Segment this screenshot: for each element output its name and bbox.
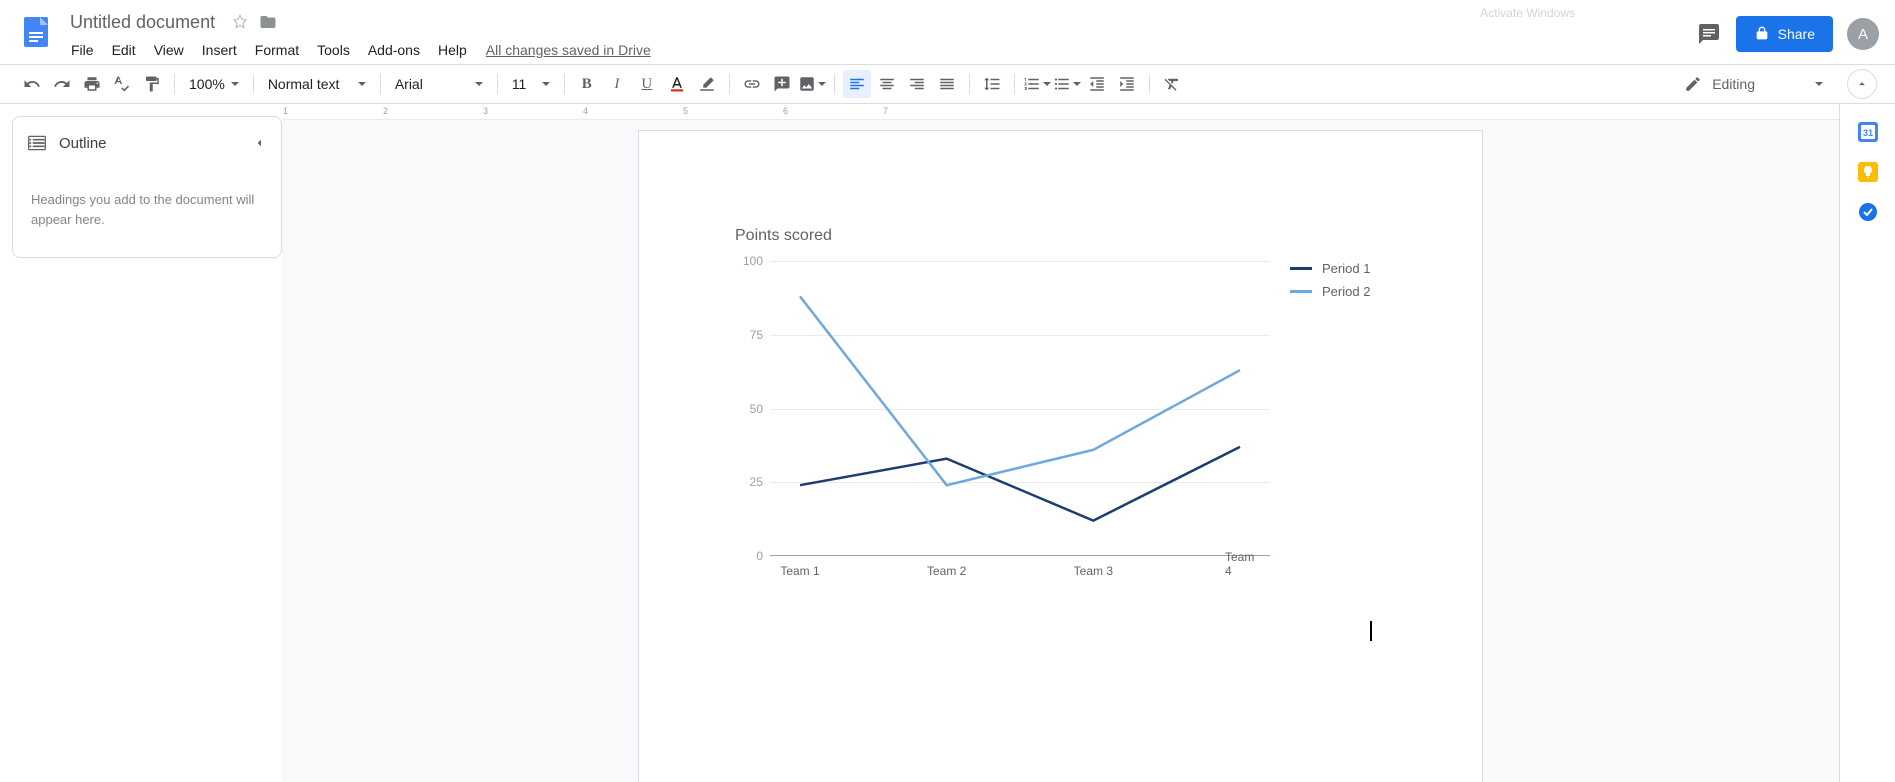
collapse-toolbar-button[interactable] xyxy=(1847,69,1877,99)
toolbar: 100% Normal text Arial 11 B I U Editing xyxy=(0,64,1895,104)
watermark-text: Activate Windows xyxy=(1480,6,1575,20)
redo-button[interactable] xyxy=(48,70,76,98)
spellcheck-button[interactable] xyxy=(108,70,136,98)
y-tick-label: 25 xyxy=(735,475,763,489)
side-panel: 31 xyxy=(1839,104,1895,782)
svg-text:31: 31 xyxy=(1862,128,1872,138)
ruler-mark: 6 xyxy=(783,106,788,116)
ruler-mark: 4 xyxy=(583,106,588,116)
legend-item: Period 2 xyxy=(1290,284,1370,299)
outline-empty-text: Headings you add to the document will ap… xyxy=(13,170,281,257)
keep-app-icon[interactable] xyxy=(1858,162,1878,182)
increase-indent-button[interactable] xyxy=(1113,70,1141,98)
add-comment-button[interactable] xyxy=(768,70,796,98)
chevron-down-icon xyxy=(818,82,826,86)
outline-icon xyxy=(27,133,47,153)
move-folder-icon[interactable] xyxy=(259,13,277,31)
doc-info: Untitled document FileEditViewInsertForm… xyxy=(64,8,1696,62)
calendar-app-icon[interactable]: 31 xyxy=(1858,122,1878,142)
outline-title: Outline xyxy=(59,135,239,152)
italic-button[interactable]: I xyxy=(603,70,631,98)
horizontal-ruler[interactable]: 1 2 3 4 5 6 7 xyxy=(282,104,1839,120)
text-cursor xyxy=(1370,621,1372,641)
decrease-indent-button[interactable] xyxy=(1083,70,1111,98)
chart-object[interactable]: Points scored 0 25 50 75 100 Team 1 Team 2 Team… xyxy=(735,227,1386,591)
ruler-mark: 3 xyxy=(483,106,488,116)
chart-series-line xyxy=(800,447,1240,521)
menu-tools[interactable]: Tools xyxy=(310,38,357,62)
chevron-down-icon xyxy=(358,82,366,86)
ruler-mark: 7 xyxy=(883,106,888,116)
account-avatar[interactable]: A xyxy=(1847,18,1879,50)
document-canvas: 1 2 3 4 5 6 7 Points scored 0 25 50 75 100 Team 1 Te… xyxy=(282,104,1839,782)
menu-view[interactable]: View xyxy=(147,38,191,62)
document-page[interactable]: Points scored 0 25 50 75 100 Team 1 Team 2 Team… xyxy=(638,130,1483,782)
tasks-app-icon[interactable] xyxy=(1858,202,1878,222)
comments-icon[interactable] xyxy=(1696,21,1722,47)
chart-series-line xyxy=(800,296,1240,485)
menu-add-ons[interactable]: Add-ons xyxy=(361,38,427,62)
align-justify-button[interactable] xyxy=(933,70,961,98)
outline-collapse-button[interactable] xyxy=(251,135,267,151)
menu-format[interactable]: Format xyxy=(248,38,306,62)
x-tick-label: Team 1 xyxy=(780,564,819,578)
menu-help[interactable]: Help xyxy=(431,38,474,62)
ruler-mark: 2 xyxy=(383,106,388,116)
star-icon[interactable] xyxy=(231,13,249,31)
paragraph-style-select[interactable]: Normal text xyxy=(262,70,372,98)
editing-mode-select[interactable]: Editing xyxy=(1672,70,1835,98)
y-tick-label: 0 xyxy=(735,549,763,563)
highlight-button[interactable] xyxy=(693,70,721,98)
x-tick-label: Team 2 xyxy=(927,564,966,578)
menu-insert[interactable]: Insert xyxy=(195,38,244,62)
doc-title[interactable]: Untitled document xyxy=(64,10,221,35)
chevron-down-icon xyxy=(231,82,239,86)
bold-button[interactable]: B xyxy=(573,70,601,98)
menu-bar: FileEditViewInsertFormatToolsAdd-onsHelp… xyxy=(64,38,1696,62)
y-tick-label: 100 xyxy=(735,254,763,268)
chevron-down-icon xyxy=(542,82,550,86)
align-right-button[interactable] xyxy=(903,70,931,98)
chevron-down-icon xyxy=(1073,82,1081,86)
insert-link-button[interactable] xyxy=(738,70,766,98)
chevron-down-icon xyxy=(475,82,483,86)
app-header: Untitled document FileEditViewInsertForm… xyxy=(0,0,1895,64)
chevron-down-icon xyxy=(1043,82,1051,86)
share-button[interactable]: Share xyxy=(1736,16,1833,52)
underline-button[interactable]: U xyxy=(633,70,661,98)
insert-image-button[interactable] xyxy=(798,70,826,98)
outline-panel: Outline Headings you add to the document… xyxy=(0,104,282,782)
bulleted-list-button[interactable] xyxy=(1053,70,1081,98)
share-label: Share xyxy=(1778,26,1815,42)
ruler-mark: 5 xyxy=(683,106,688,116)
align-center-button[interactable] xyxy=(873,70,901,98)
chart-title: Points scored xyxy=(735,227,1386,245)
font-size-select[interactable]: 11 xyxy=(506,70,556,98)
y-tick-label: 75 xyxy=(735,328,763,342)
font-select[interactable]: Arial xyxy=(389,70,489,98)
print-button[interactable] xyxy=(78,70,106,98)
clear-formatting-button[interactable] xyxy=(1158,70,1186,98)
legend-item: Period 1 xyxy=(1290,261,1370,276)
text-color-button[interactable] xyxy=(663,70,691,98)
menu-edit[interactable]: Edit xyxy=(105,38,143,62)
zoom-select[interactable]: 100% xyxy=(183,70,245,98)
save-status[interactable]: All changes saved in Drive xyxy=(486,42,651,58)
docs-logo-icon[interactable] xyxy=(16,12,56,52)
paint-format-button[interactable] xyxy=(138,70,166,98)
y-tick-label: 50 xyxy=(735,402,763,416)
undo-button[interactable] xyxy=(18,70,46,98)
chevron-down-icon xyxy=(1815,82,1823,86)
scroll-area[interactable]: Points scored 0 25 50 75 100 Team 1 Team 2 Team… xyxy=(282,120,1839,782)
menu-file[interactable]: File xyxy=(64,38,101,62)
line-spacing-button[interactable] xyxy=(978,70,1006,98)
numbered-list-button[interactable] xyxy=(1023,70,1051,98)
align-left-button[interactable] xyxy=(843,70,871,98)
ruler-mark: 1 xyxy=(283,106,288,116)
x-tick-label: Team 3 xyxy=(1074,564,1113,578)
